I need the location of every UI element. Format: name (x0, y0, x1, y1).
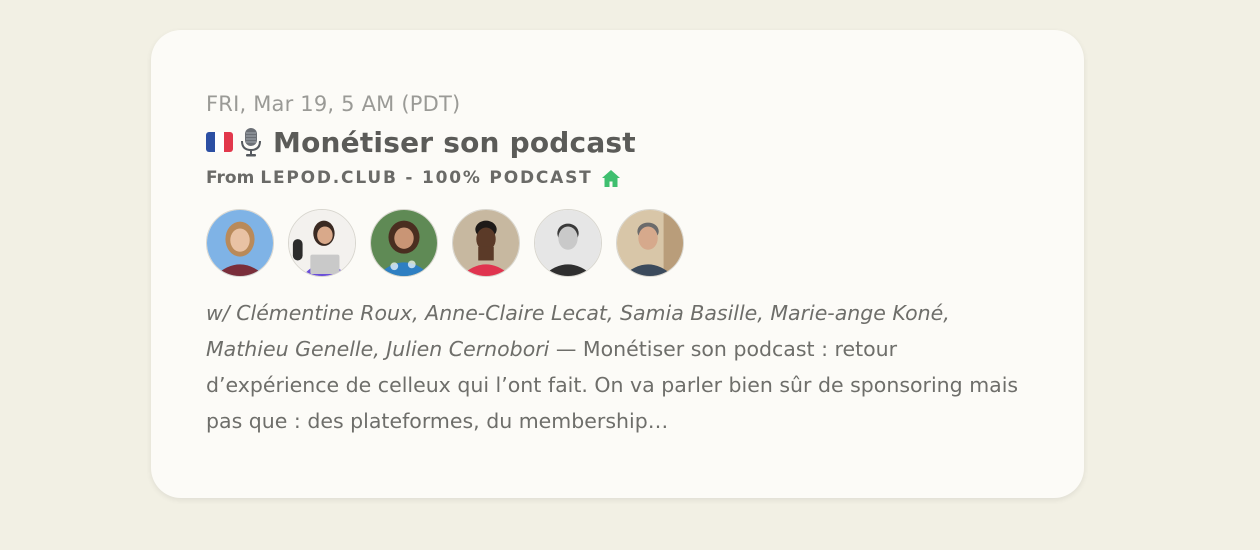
france-flag-icon (206, 132, 233, 152)
event-organizer-row: From LEPOD.CLUB - 100% PODCAST (206, 165, 1029, 191)
avatar[interactable] (452, 209, 520, 277)
event-title-row: Monétiser son podcast (206, 125, 1029, 159)
organizer-link[interactable]: LEPOD.CLUB - 100% PODCAST (260, 168, 592, 188)
from-label: From (206, 168, 255, 188)
event-title[interactable]: Monétiser son podcast (273, 126, 636, 159)
event-date: FRI, Mar 19, 5 AM (PDT) (206, 92, 461, 116)
house-icon (601, 169, 620, 187)
event-card[interactable]: FRI, Mar 19, 5 AM (PDT) Monétiser son po… (151, 30, 1084, 498)
avatar[interactable] (288, 209, 356, 277)
separator: — (549, 337, 583, 361)
avatar[interactable] (616, 209, 684, 277)
avatar[interactable] (206, 209, 274, 277)
avatar[interactable] (534, 209, 602, 277)
event-description: w/ Clémentine Roux, Anne-Claire Lecat, S… (206, 295, 1036, 439)
guest-avatars (206, 209, 1029, 277)
avatar[interactable] (370, 209, 438, 277)
microphone-icon (241, 128, 261, 157)
